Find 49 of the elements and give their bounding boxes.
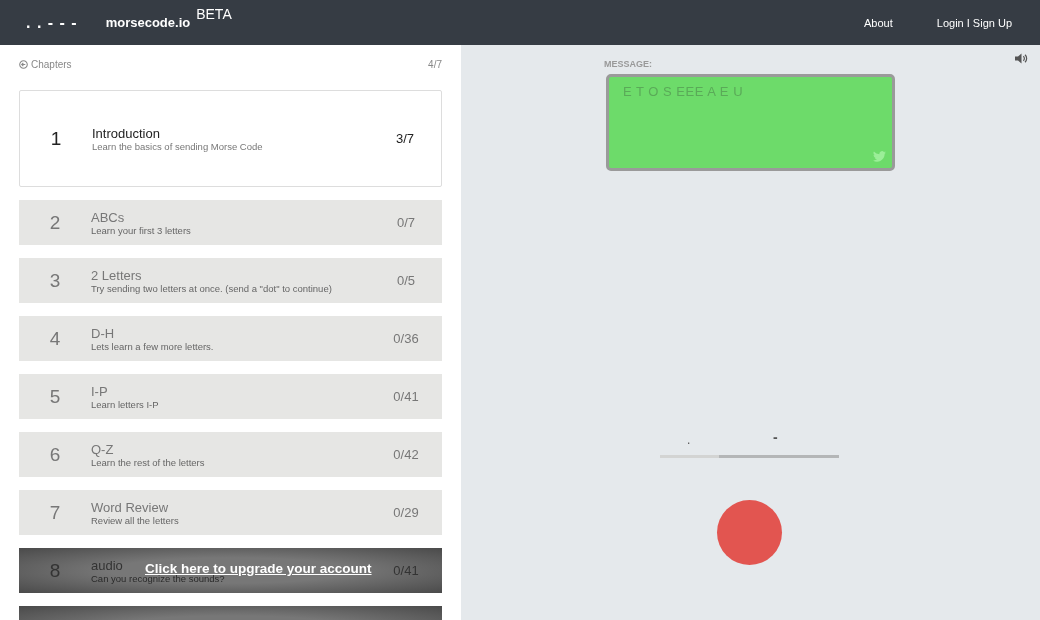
chapter-score: 0/5 bbox=[395, 273, 417, 288]
chapter-description: Learn the rest of the letters bbox=[91, 456, 205, 468]
chapter-card[interactable]: 2 ABCs Learn your first 3 letters 0/7 bbox=[19, 200, 442, 245]
chapter-number: 6 bbox=[48, 443, 62, 466]
chapter-number: 1 bbox=[49, 127, 63, 150]
chapter-description: Review all the letters bbox=[91, 514, 179, 526]
chapter-description: Learn letters I-P bbox=[91, 398, 159, 410]
chapter-title: D-H bbox=[91, 325, 115, 341]
chapter-title: ABCs bbox=[91, 209, 125, 225]
chapter-card[interactable]: 5 I-P Learn letters I-P 0/41 bbox=[19, 374, 442, 419]
chapter-title: audio bbox=[91, 557, 123, 573]
dash-label: - bbox=[773, 429, 778, 445]
chapter-number: 3 bbox=[48, 269, 62, 292]
chapter-description: Try sending two letters at once. (send a "dot" to continue) bbox=[91, 282, 332, 294]
chapter-score: 3/7 bbox=[394, 131, 416, 146]
chapter-title: Introduction bbox=[92, 125, 160, 141]
chapter-count: 4/7 bbox=[428, 59, 442, 70]
chapter-title: Word Review bbox=[91, 499, 169, 515]
chapter-card[interactable]: 4 D-H Lets learn a few more letters. 0/36 bbox=[19, 316, 442, 361]
chapter-title: I-P bbox=[91, 383, 108, 399]
chapter-card[interactable]: 3 2 Letters Try sending two letters at once. (send a "dot" to continue) 0/5 bbox=[19, 258, 442, 303]
chapters-link[interactable]: Chapters bbox=[31, 59, 72, 70]
speaker-icon[interactable] bbox=[1015, 53, 1028, 64]
chapter-number: 2 bbox=[48, 211, 62, 234]
chapter-description: Lets learn a few more letters. bbox=[91, 340, 214, 352]
chapter-score: 0/29 bbox=[392, 505, 420, 520]
chapter-description: Learn your first 3 letters bbox=[91, 224, 191, 236]
dot-label: . bbox=[687, 433, 691, 447]
chapter-score: 0/36 bbox=[392, 331, 420, 346]
back-arrow-icon[interactable] bbox=[19, 60, 28, 69]
chapter-card[interactable]: 7 Word Review Review all the letters 0/29 bbox=[19, 490, 442, 535]
nav-link[interactable]: About bbox=[864, 16, 893, 29]
chapter-score: 0/42 bbox=[392, 447, 420, 462]
logo-mark[interactable]: . . - - - bbox=[26, 13, 78, 32]
chapter-score: 0/41 bbox=[392, 563, 420, 578]
chapter-score: 0/41 bbox=[392, 389, 420, 404]
message-label: MESSAGE: bbox=[604, 59, 652, 69]
beta-label: BETA bbox=[196, 6, 232, 22]
nav-link[interactable]: Login I Sign Up bbox=[936, 16, 1012, 29]
chapter-title: 2 Letters bbox=[91, 267, 142, 283]
chapter-title: Q-Z bbox=[91, 441, 114, 457]
chapter-card[interactable]: 1 Introduction Learn the basics of sending Morse Code 3/7 bbox=[19, 90, 442, 187]
chapter-number: 4 bbox=[48, 327, 62, 350]
chapter-score: 0/7 bbox=[395, 215, 417, 230]
chapter-description: Learn the basics of sending Morse Code bbox=[92, 140, 263, 152]
brand-name[interactable]: morsecode.io bbox=[105, 15, 191, 30]
chapter-card[interactable]: 6 Q-Z Learn the rest of the letters 0/42 bbox=[19, 432, 442, 477]
chapter-number: 7 bbox=[48, 501, 62, 524]
chapter-number: 5 bbox=[48, 385, 62, 408]
